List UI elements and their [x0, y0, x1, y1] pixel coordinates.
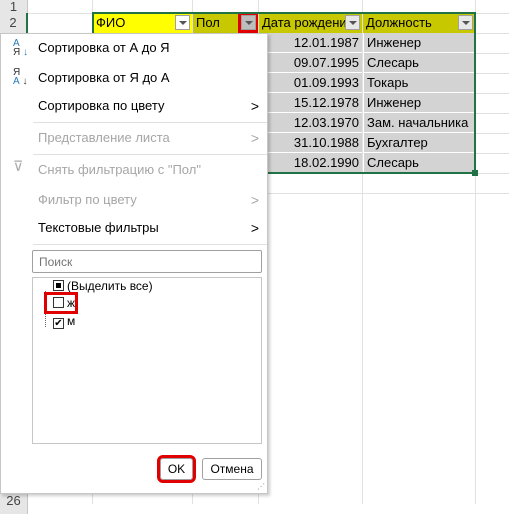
clear-filter-icon: ⊽ [13, 158, 24, 174]
cell-position[interactable]: Токарь [363, 73, 475, 93]
menu-filter-by-color: Фильтр по цвету > [38, 189, 259, 211]
list-item-m[interactable]: ✔ м [53, 313, 75, 329]
cell-position[interactable]: Слесарь [363, 53, 475, 73]
row-header-1[interactable]: 1 [0, 0, 28, 13]
cancel-button[interactable]: Отмена [202, 458, 262, 480]
sort-za-icon: ЯА ↓ [13, 67, 28, 87]
ok-button[interactable]: OK [157, 455, 196, 483]
filter-values-list: (Выделить все) ж ✔ м [32, 277, 262, 444]
cell-position[interactable]: Инженер [363, 93, 475, 113]
checkbox-indeterminate[interactable] [53, 280, 64, 291]
list-item-zh[interactable]: ж [43, 292, 79, 314]
label: ж [67, 296, 76, 310]
cell-position[interactable]: Слесарь [363, 153, 475, 173]
menu-sort-za[interactable]: Сортировка от Я до А [38, 67, 259, 89]
header-label: Должность [366, 15, 432, 30]
header-label: Дата рождения [262, 15, 354, 30]
header-label: Пол [196, 15, 220, 30]
cell-birthdate[interactable]: 01.09.1993 [259, 73, 362, 93]
label: м [67, 314, 76, 328]
chevron-right-icon: > [250, 130, 259, 146]
label: Текстовые фильтры [38, 220, 159, 235]
label: Представление листа [38, 130, 170, 145]
cell-birthdate[interactable]: 12.01.1987 [259, 33, 362, 53]
cell-birthdate[interactable]: 31.10.1988 [259, 133, 362, 153]
cell-birthdate[interactable]: 09.07.1995 [259, 53, 362, 73]
filter-dropdown-fio[interactable] [175, 15, 190, 30]
header-position: Должность [363, 13, 475, 33]
label: Сортировка по цвету [38, 98, 165, 113]
row-header-2[interactable]: 2 [0, 13, 28, 33]
menu-sheet-view: Представление листа > [38, 127, 259, 149]
fill-handle[interactable] [472, 170, 478, 176]
sort-az-icon: АЯ ↓ [13, 38, 29, 58]
search-input[interactable] [32, 250, 262, 273]
label: (Выделить все) [67, 279, 153, 293]
cell-position[interactable]: Инженер [363, 33, 475, 53]
cell-position[interactable]: Зам. начальника [363, 113, 475, 133]
menu-clear-filter: Снять фильтрацию с "Пол" [38, 162, 201, 177]
filter-menu: АЯ ↓ Сортировка от А до Я ЯА ↓ Сортировк… [0, 33, 268, 494]
chevron-right-icon: > [250, 98, 259, 114]
tree-line [45, 291, 46, 327]
filter-dropdown-birthdate[interactable] [345, 15, 360, 30]
menu-sort-az[interactable]: Сортировка от А до Я [38, 37, 259, 59]
chevron-right-icon: > [250, 220, 259, 236]
resize-grip-icon[interactable]: ⋰ [257, 482, 265, 491]
header-gender: Пол [193, 13, 258, 33]
filter-dropdown-position[interactable] [458, 15, 473, 30]
checkbox-checked[interactable]: ✔ [53, 318, 64, 329]
menu-text-filters[interactable]: Текстовые фильтры > [38, 217, 259, 239]
cell-position[interactable]: Бухгалтер [363, 133, 475, 153]
header-label: ФИО [96, 15, 126, 30]
list-item-select-all[interactable]: (Выделить все) [53, 278, 153, 294]
row-header-26[interactable]: 26 [0, 494, 28, 514]
filter-dropdown-gender[interactable] [238, 13, 258, 33]
menu-sort-by-color[interactable]: Сортировка по цвету > [38, 95, 259, 117]
label: Фильтр по цвету [38, 192, 137, 207]
cell-birthdate[interactable]: 15.12.1978 [259, 93, 362, 113]
cell-birthdate[interactable]: 18.02.1990 [259, 153, 362, 173]
chevron-right-icon: > [250, 192, 259, 208]
checkbox-unchecked[interactable] [53, 297, 64, 308]
header-fio: ФИО [93, 13, 192, 33]
cell-birthdate[interactable]: 12.03.1970 [259, 113, 362, 133]
header-birthdate: Дата рождения [259, 13, 362, 33]
